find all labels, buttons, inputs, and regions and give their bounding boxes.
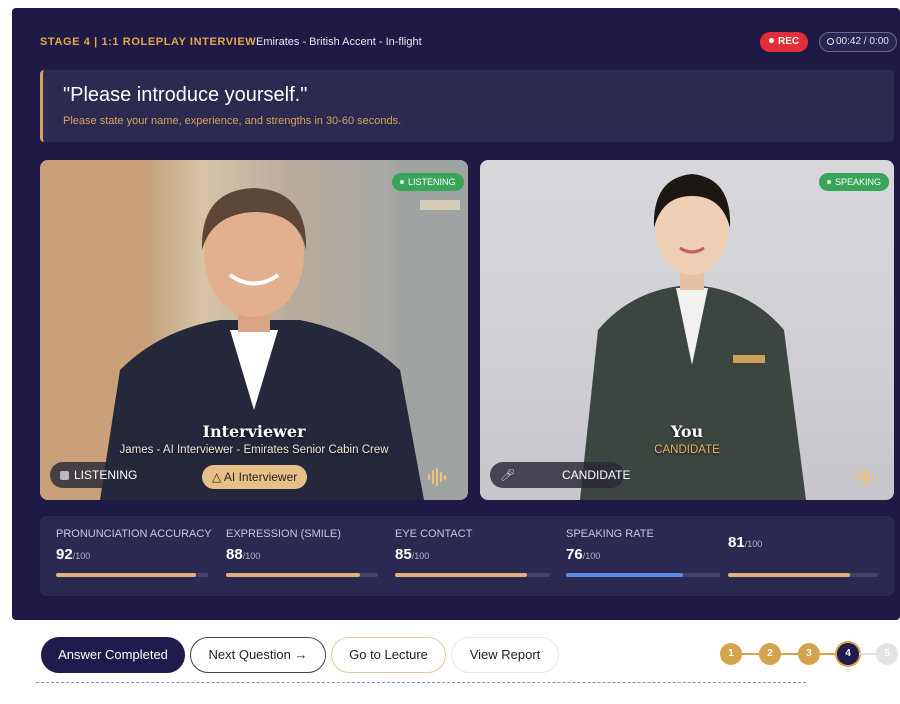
header-bar: STAGE 4 | 1:1 ROLEPLAY INTERVIEW Emirate… — [12, 8, 900, 68]
interviewer-chip-text: LISTENING — [74, 468, 138, 482]
metric-label: SPEAKING RATE — [566, 528, 654, 540]
microphone-icon: 🎤︎ — [500, 468, 516, 482]
metric-bar-fill — [566, 573, 684, 577]
metric-expression: EXPRESSION (SMILE) 88/100 — [226, 528, 341, 563]
question-hint: Please state your name, experience, and … — [63, 115, 402, 127]
timer-badge: 00:42 / 0:00 — [819, 32, 897, 52]
candidate-title: You — [670, 422, 704, 441]
rec-badge: REC — [760, 32, 809, 52]
metric-overall: 81/100 — [728, 528, 762, 551]
audio-wave-icon — [428, 468, 446, 486]
metric-bar — [226, 573, 378, 577]
timer-text: 00:42 / 0:00 — [836, 36, 889, 47]
metric-bar-fill — [728, 573, 850, 577]
question-text: "Please introduce yourself." — [63, 84, 308, 106]
interview-app: STAGE 4 | 1:1 ROLEPLAY INTERVIEW Emirate… — [12, 8, 900, 620]
stage-context: Emirates - British Accent - In-flight — [256, 36, 422, 48]
metrics-panel: PRONUNCIATION ACCURACY 92/100 EXPRESSION… — [40, 516, 894, 596]
step-connector — [859, 653, 876, 655]
audio-wave-icon — [856, 468, 874, 486]
metric-eye-contact: EYE CONTACT 85/100 — [395, 528, 472, 563]
next-question-button[interactable]: Next Question → — [190, 637, 326, 673]
metric-value: 85/100 — [395, 546, 430, 563]
metric-bar-fill — [395, 573, 527, 577]
step-2[interactable]: 2 — [759, 643, 781, 665]
speaking-status-pill: SPEAKING — [819, 173, 890, 191]
stage-progress: 1 2 3 4 5 — [720, 643, 898, 667]
question-panel: "Please introduce yourself." Please stat… — [40, 70, 894, 142]
metric-value: 92/100 — [56, 546, 91, 563]
candidate-mic-chip: 🎤︎ CANDIDATE — [490, 462, 630, 488]
metric-value: 81/100 — [728, 534, 763, 551]
step-1[interactable]: 1 — [720, 643, 742, 665]
metric-value: 88/100 — [226, 546, 261, 563]
metric-bar-fill — [56, 573, 196, 577]
ai-interviewer-chip: △ AI Interviewer — [202, 465, 308, 489]
candidate-subtitle: CANDIDATE — [654, 444, 720, 456]
dashed-divider — [36, 682, 806, 683]
candidate-status-text: SPEAKING — [835, 177, 882, 187]
step-4[interactable]: 4 — [837, 643, 859, 665]
metric-value: 76/100 — [566, 546, 601, 563]
metric-speaking-rate: SPEAKING RATE 76/100 — [566, 528, 654, 563]
clock-icon — [827, 38, 834, 45]
metric-label: EYE CONTACT — [395, 528, 473, 540]
metric-label: PRONUNCIATION ACCURACY — [56, 528, 212, 540]
status-dot-icon — [827, 180, 831, 184]
metric-bar-fill — [226, 573, 360, 577]
interviewer-subtitle: James - AI Interviewer - Emirates Senior… — [119, 444, 389, 456]
metric-pronunciation: PRONUNCIATION ACCURACY 92/100 — [56, 528, 212, 563]
candidate-video-tile: SPEAKING You CANDIDATE 🎤︎ CANDIDATE — [480, 160, 894, 500]
interviewer-listening-chip: LISTENING — [50, 462, 148, 488]
metric-bar — [728, 573, 878, 577]
interviewer-status-text: LISTENING — [408, 177, 456, 187]
metric-bar — [395, 573, 550, 577]
metric-label: EXPRESSION (SMILE) — [226, 528, 341, 540]
listening-status-pill: LISTENING — [392, 173, 464, 191]
interviewer-video-tile: LISTENING Interviewer James - AI Intervi… — [40, 160, 468, 500]
view-report-button[interactable]: View Report — [451, 637, 559, 673]
metric-bar — [56, 573, 208, 577]
step-connector — [820, 653, 837, 655]
stage-label: STAGE 4 | 1:1 ROLEPLAY INTERVIEW — [40, 36, 257, 48]
record-dot-icon — [769, 38, 774, 43]
status-dot-icon — [400, 180, 404, 184]
metric-bar — [566, 573, 720, 577]
candidate-chip-text: CANDIDATE — [562, 468, 631, 482]
rec-label: REC — [778, 36, 800, 47]
ai-interviewer-chip-text: AI Interviewer — [223, 470, 298, 484]
go-to-lecture-button[interactable]: Go to Lecture — [331, 637, 446, 673]
step-3[interactable]: 3 — [798, 643, 820, 665]
step-connector — [742, 653, 759, 655]
listening-icon — [60, 471, 69, 480]
step-connector — [781, 653, 798, 655]
interviewer-title: Interviewer — [202, 422, 306, 441]
answer-completed-button[interactable]: Answer Completed — [41, 637, 185, 673]
step-5[interactable]: 5 — [876, 643, 898, 665]
